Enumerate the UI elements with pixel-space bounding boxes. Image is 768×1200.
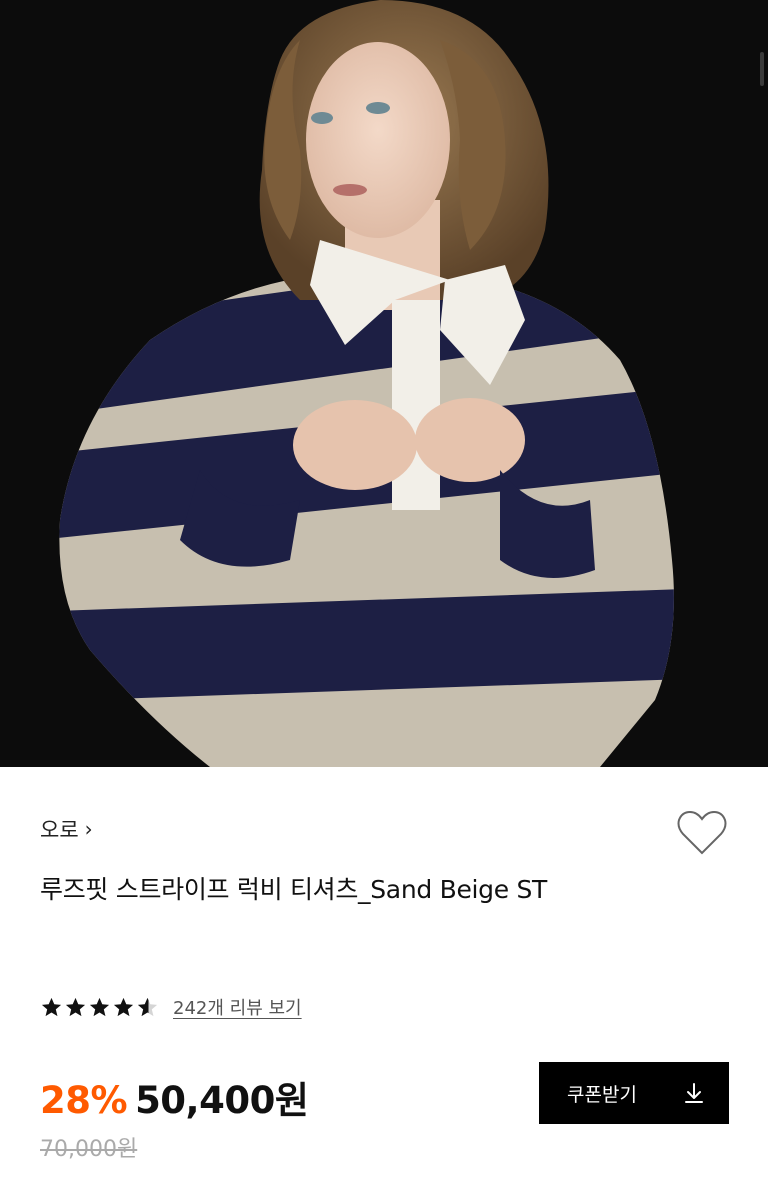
star-icon [89,997,110,1016]
review-link[interactable]: 242개 리뷰 보기 [173,994,302,1020]
heart-icon [677,810,727,855]
product-image [0,0,768,767]
coupon-button-label: 쿠폰받기 [567,1083,637,1106]
coupon-button[interactable]: 쿠폰받기 [539,1062,729,1124]
star-half-icon [137,997,158,1016]
download-icon [685,1083,703,1103]
rating-row: 242개 리뷰 보기 [40,994,302,1020]
price-row: 28% 50,400원 [40,1070,309,1124]
discount-rate: 28% [40,1079,128,1122]
star-icon [65,997,86,1016]
original-price: 70,000원 [40,1137,138,1162]
sale-price: 50,400원 [135,1079,309,1122]
star-icon [113,997,134,1016]
scrollbar[interactable] [760,52,764,86]
chevron-right-icon: › [84,817,93,841]
brand-name: 오로 [40,818,79,842]
product-title: 루즈핏 스트라이프 럭비 티셔츠_Sand Beige ST [40,875,548,904]
model-photo [0,0,768,767]
rating-stars [40,996,159,1019]
star-icon [41,997,62,1016]
brand-link[interactable]: 오로 › [40,814,93,844]
wishlist-button[interactable] [676,808,728,858]
